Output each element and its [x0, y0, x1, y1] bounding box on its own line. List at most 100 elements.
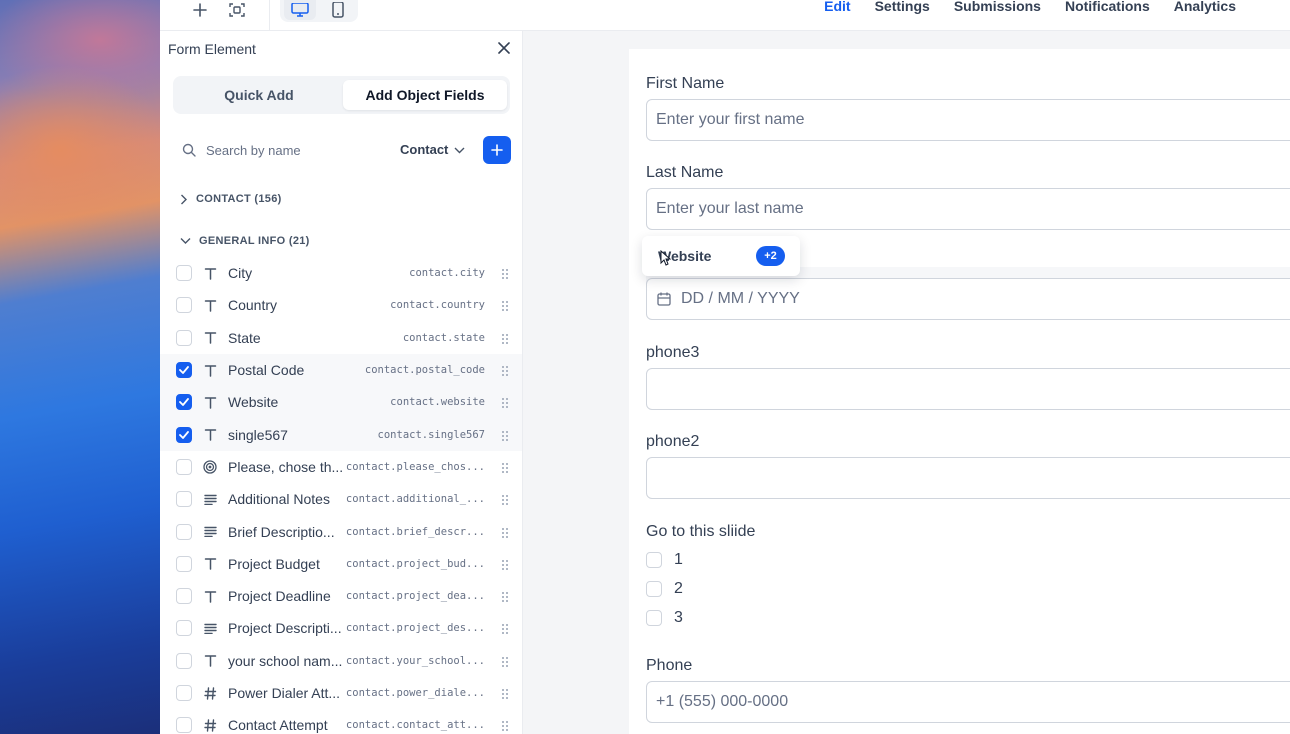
field-checkbox[interactable]: [176, 555, 192, 572]
last-name-field[interactable]: Enter your last name: [646, 188, 1290, 230]
field-row[interactable]: Please, chose th... contact.please_chos..…: [160, 451, 522, 483]
drag-handle-icon[interactable]: [501, 396, 509, 409]
first-name-field[interactable]: Enter your first name: [646, 99, 1290, 141]
field-row[interactable]: Project Deadline contact.project_dea...: [160, 580, 522, 612]
field-key: contact.contact_att...: [345, 719, 485, 732]
field-checkbox[interactable]: [176, 685, 192, 701]
drag-handle-icon[interactable]: [501, 332, 509, 344]
nav-analytics[interactable]: Analytics: [1162, 0, 1248, 16]
drag-handle-icon[interactable]: [501, 429, 509, 441]
slide-option-1[interactable]: 1: [646, 551, 683, 569]
scan-icon[interactable]: [223, 0, 251, 20]
field-name: Project Descripti...: [228, 620, 342, 637]
field-checkbox[interactable]: [176, 394, 192, 411]
drag-handle-icon[interactable]: [501, 267, 509, 280]
drag-handle-icon[interactable]: [501, 590, 509, 603]
drag-handle-icon[interactable]: [501, 558, 509, 570]
field-row[interactable]: Contact Attempt contact.contact_att...: [160, 709, 522, 734]
drag-handle-icon[interactable]: [501, 622, 509, 635]
field-checkbox[interactable]: [176, 458, 192, 475]
tab-quick-add[interactable]: Quick Add: [177, 80, 341, 110]
field-key: contact.your_school...: [345, 654, 485, 667]
field-checkbox[interactable]: [176, 426, 192, 443]
search-input[interactable]: [206, 139, 376, 161]
object-select[interactable]: Contact: [400, 142, 465, 157]
drag-handle-icon[interactable]: [501, 493, 509, 506]
drag-handle-icon[interactable]: [501, 719, 509, 732]
field-row[interactable]: Country contact.country: [160, 289, 522, 321]
drag-handle-icon[interactable]: [501, 687, 509, 699]
number-type-icon: [202, 717, 218, 733]
drag-handle-icon[interactable]: [501, 526, 509, 538]
field-row[interactable]: Power Dialer Att... contact.power_diale..…: [160, 677, 522, 709]
checkbox[interactable]: [646, 610, 662, 626]
slide-label: Go to this sliide: [646, 523, 756, 540]
text-type-icon: [202, 265, 218, 281]
mobile-icon[interactable]: [322, 0, 354, 20]
field-row[interactable]: your school nam... contact.your_school...: [160, 645, 522, 677]
checkbox[interactable]: [646, 581, 662, 597]
search-icon: [182, 143, 196, 157]
nav-edit[interactable]: Edit: [812, 0, 862, 16]
field-checkbox[interactable]: [176, 620, 192, 637]
drag-handle-icon[interactable]: [501, 655, 509, 667]
field-checkbox[interactable]: [176, 652, 192, 669]
field-row[interactable]: Brief Descriptio... contact.brief_descr..…: [160, 515, 522, 547]
field-key: contact.project_bud...: [345, 557, 485, 570]
field-name: Please, chose th...: [228, 458, 344, 475]
nav-settings[interactable]: Settings: [863, 0, 942, 16]
field-row[interactable]: single567 contact.single567: [160, 418, 522, 451]
field-row[interactable]: Project Budget contact.project_bud...: [160, 548, 522, 580]
chevron-right-icon: [181, 194, 187, 204]
form-canvas: First Name Enter your first name Last Na…: [523, 31, 1290, 734]
field-checkbox[interactable]: [176, 329, 192, 346]
field-checkbox[interactable]: [176, 588, 192, 605]
slide-option-3[interactable]: 3: [646, 609, 683, 627]
chevron-down-icon: [180, 238, 191, 244]
field-checkbox[interactable]: [176, 297, 192, 314]
plus-icon[interactable]: [186, 0, 214, 20]
phone3-field[interactable]: [646, 368, 1290, 410]
checkbox[interactable]: [646, 552, 662, 568]
field-row[interactable]: Project Descripti... contact.project_des.…: [160, 612, 522, 644]
phone-field[interactable]: +1 (555) 000-0000: [646, 681, 1290, 723]
field-checkbox[interactable]: [176, 491, 192, 508]
field-name: Contact Attempt: [228, 717, 328, 734]
field-name: Additional Notes: [228, 491, 330, 508]
field-row[interactable]: Website contact.website: [160, 386, 522, 419]
slide-option-2[interactable]: 2: [646, 580, 683, 598]
text-type-icon: [202, 588, 218, 604]
field-checkbox[interactable]: [176, 265, 192, 282]
field-row[interactable]: City contact.city: [160, 257, 522, 289]
add-field-button[interactable]: [483, 136, 511, 164]
desktop-icon[interactable]: [284, 0, 316, 20]
field-row[interactable]: Postal Code contact.postal_code: [160, 353, 522, 387]
calendar-icon: [656, 291, 672, 307]
field-checkbox[interactable]: [176, 717, 192, 734]
paragraph-type-icon: [202, 620, 218, 636]
text-type-icon: [202, 297, 218, 313]
drag-handle-icon[interactable]: [501, 299, 509, 312]
field-name: Country: [228, 297, 278, 314]
field-key: contact.project_des...: [345, 622, 485, 635]
drag-handle-icon[interactable]: [501, 364, 509, 377]
field-checkbox[interactable]: [176, 362, 192, 379]
tab-add-object-fields[interactable]: Add Object Fields: [343, 80, 507, 110]
chevron-down-icon: [454, 142, 465, 157]
drag-handle-icon[interactable]: [501, 461, 509, 473]
nav-submissions[interactable]: Submissions: [942, 0, 1053, 16]
field-name: State: [228, 329, 261, 346]
field-row[interactable]: State contact.state: [160, 322, 522, 354]
group-general-info[interactable]: GENERAL INFO (21): [180, 232, 310, 250]
field-key: contact.city: [409, 267, 485, 280]
nav-notifications[interactable]: Notifications: [1053, 0, 1162, 16]
first-name-label: First Name: [646, 75, 725, 92]
last-name-label: Last Name: [646, 164, 724, 181]
field-row[interactable]: Additional Notes contact.additional_...: [160, 483, 522, 515]
close-icon[interactable]: [496, 40, 512, 56]
field-checkbox[interactable]: [176, 523, 192, 540]
group-contact[interactable]: CONTACT (156): [180, 190, 282, 208]
text-type-icon: [202, 427, 218, 443]
date-field[interactable]: DD / MM / YYYY: [646, 278, 1290, 320]
phone2-field[interactable]: [646, 457, 1290, 499]
